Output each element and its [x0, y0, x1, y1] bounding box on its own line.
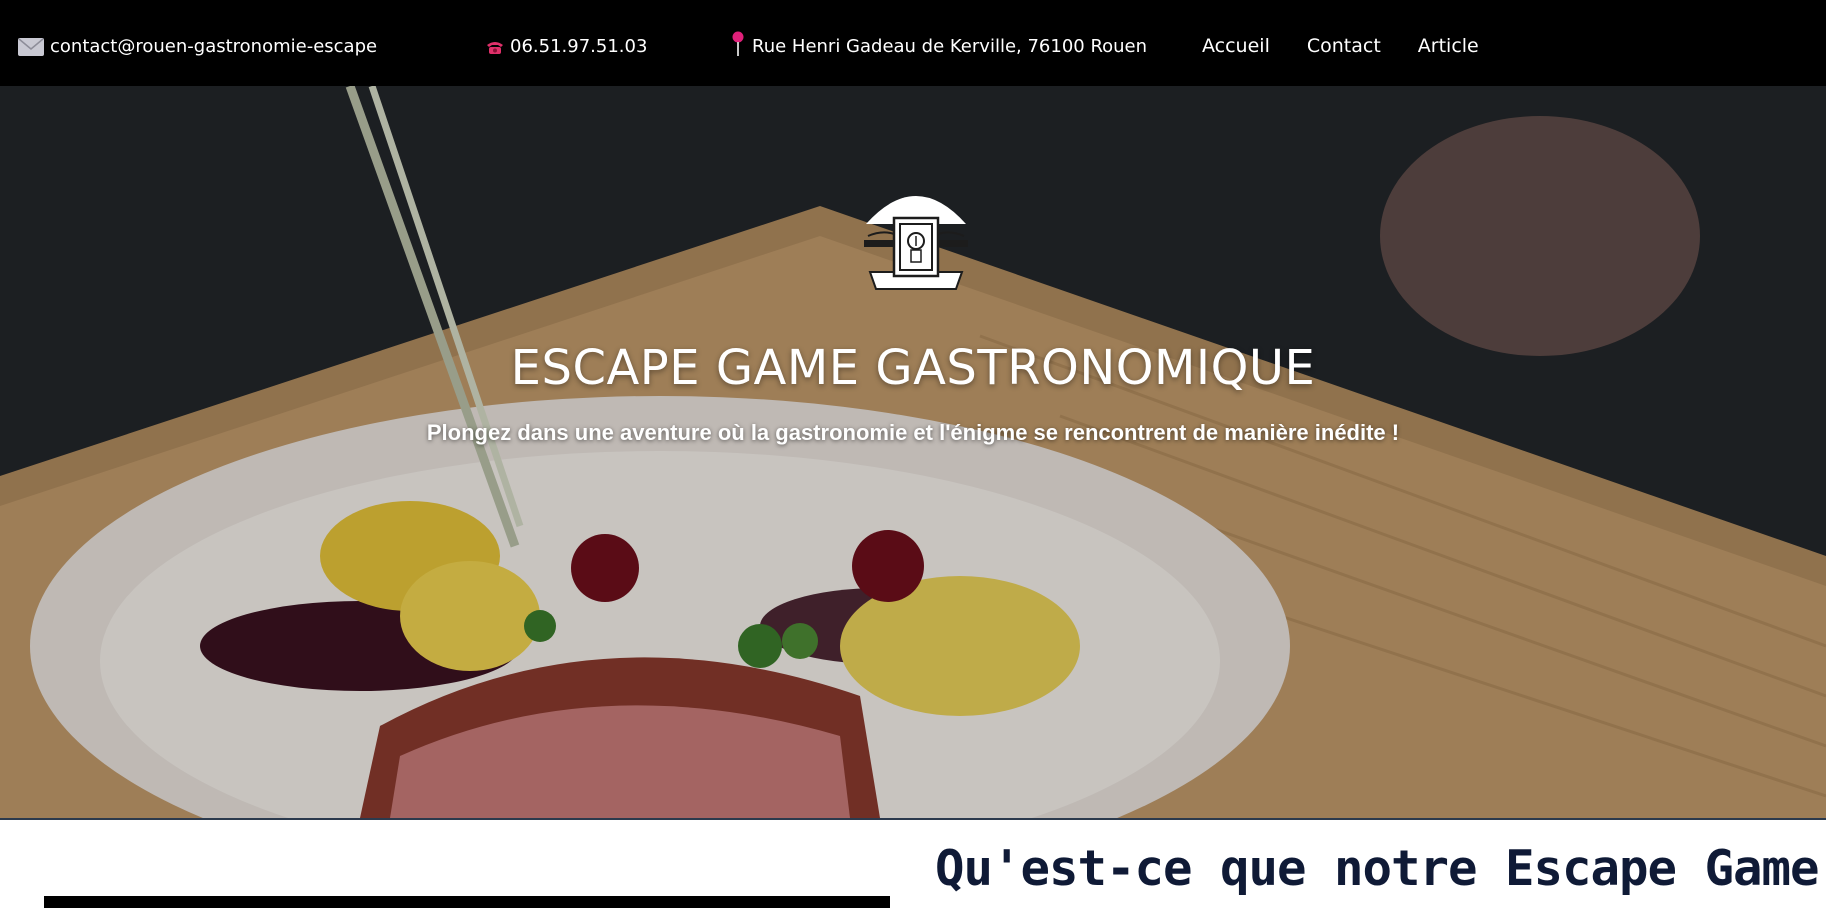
phone-text: 06.51.97.51.03	[510, 36, 648, 57]
hero-banner: ESCAPE GAME GASTRONOMIQUE Plongez dans u…	[0, 86, 1826, 818]
video-thumbnail[interactable]	[44, 896, 890, 908]
phone-link[interactable]: 06.51.97.51.03	[486, 36, 647, 57]
hero-subtitle: Plongez dans une aventure où la gastrono…	[426, 420, 1400, 445]
mail-icon	[18, 37, 44, 56]
address-text: Rue Henri Gadeau de Kerville, 76100 Roue…	[752, 36, 1148, 57]
top-bar: contact@rouen-gastronomie-escape 06.51.9…	[0, 0, 1826, 86]
phone-icon	[487, 41, 503, 54]
address-link[interactable]: Rue Henri Gadeau de Kerville, 76100 Roue…	[730, 31, 1148, 57]
hero-title: ESCAPE GAME GASTRONOMIQUE	[510, 340, 1316, 397]
email-text: contact@rouen-gastronomie-escape	[50, 36, 378, 57]
nav-item-accueil[interactable]: Accueil	[1202, 35, 1270, 57]
nav-item-contact[interactable]: Contact	[1307, 35, 1381, 57]
map-pin-icon	[732, 31, 744, 56]
cloche-keyhole-logo	[864, 196, 968, 290]
nav-item-article[interactable]: Article	[1418, 35, 1479, 57]
main-nav: Accueil Contact Article	[1202, 35, 1516, 57]
section-heading: Qu'est-ce que notre Escape Game	[935, 840, 1820, 897]
about-section: Qu'est-ce que notre Escape Game	[0, 818, 1826, 910]
email-link[interactable]: contact@rouen-gastronomie-escape	[18, 36, 377, 57]
